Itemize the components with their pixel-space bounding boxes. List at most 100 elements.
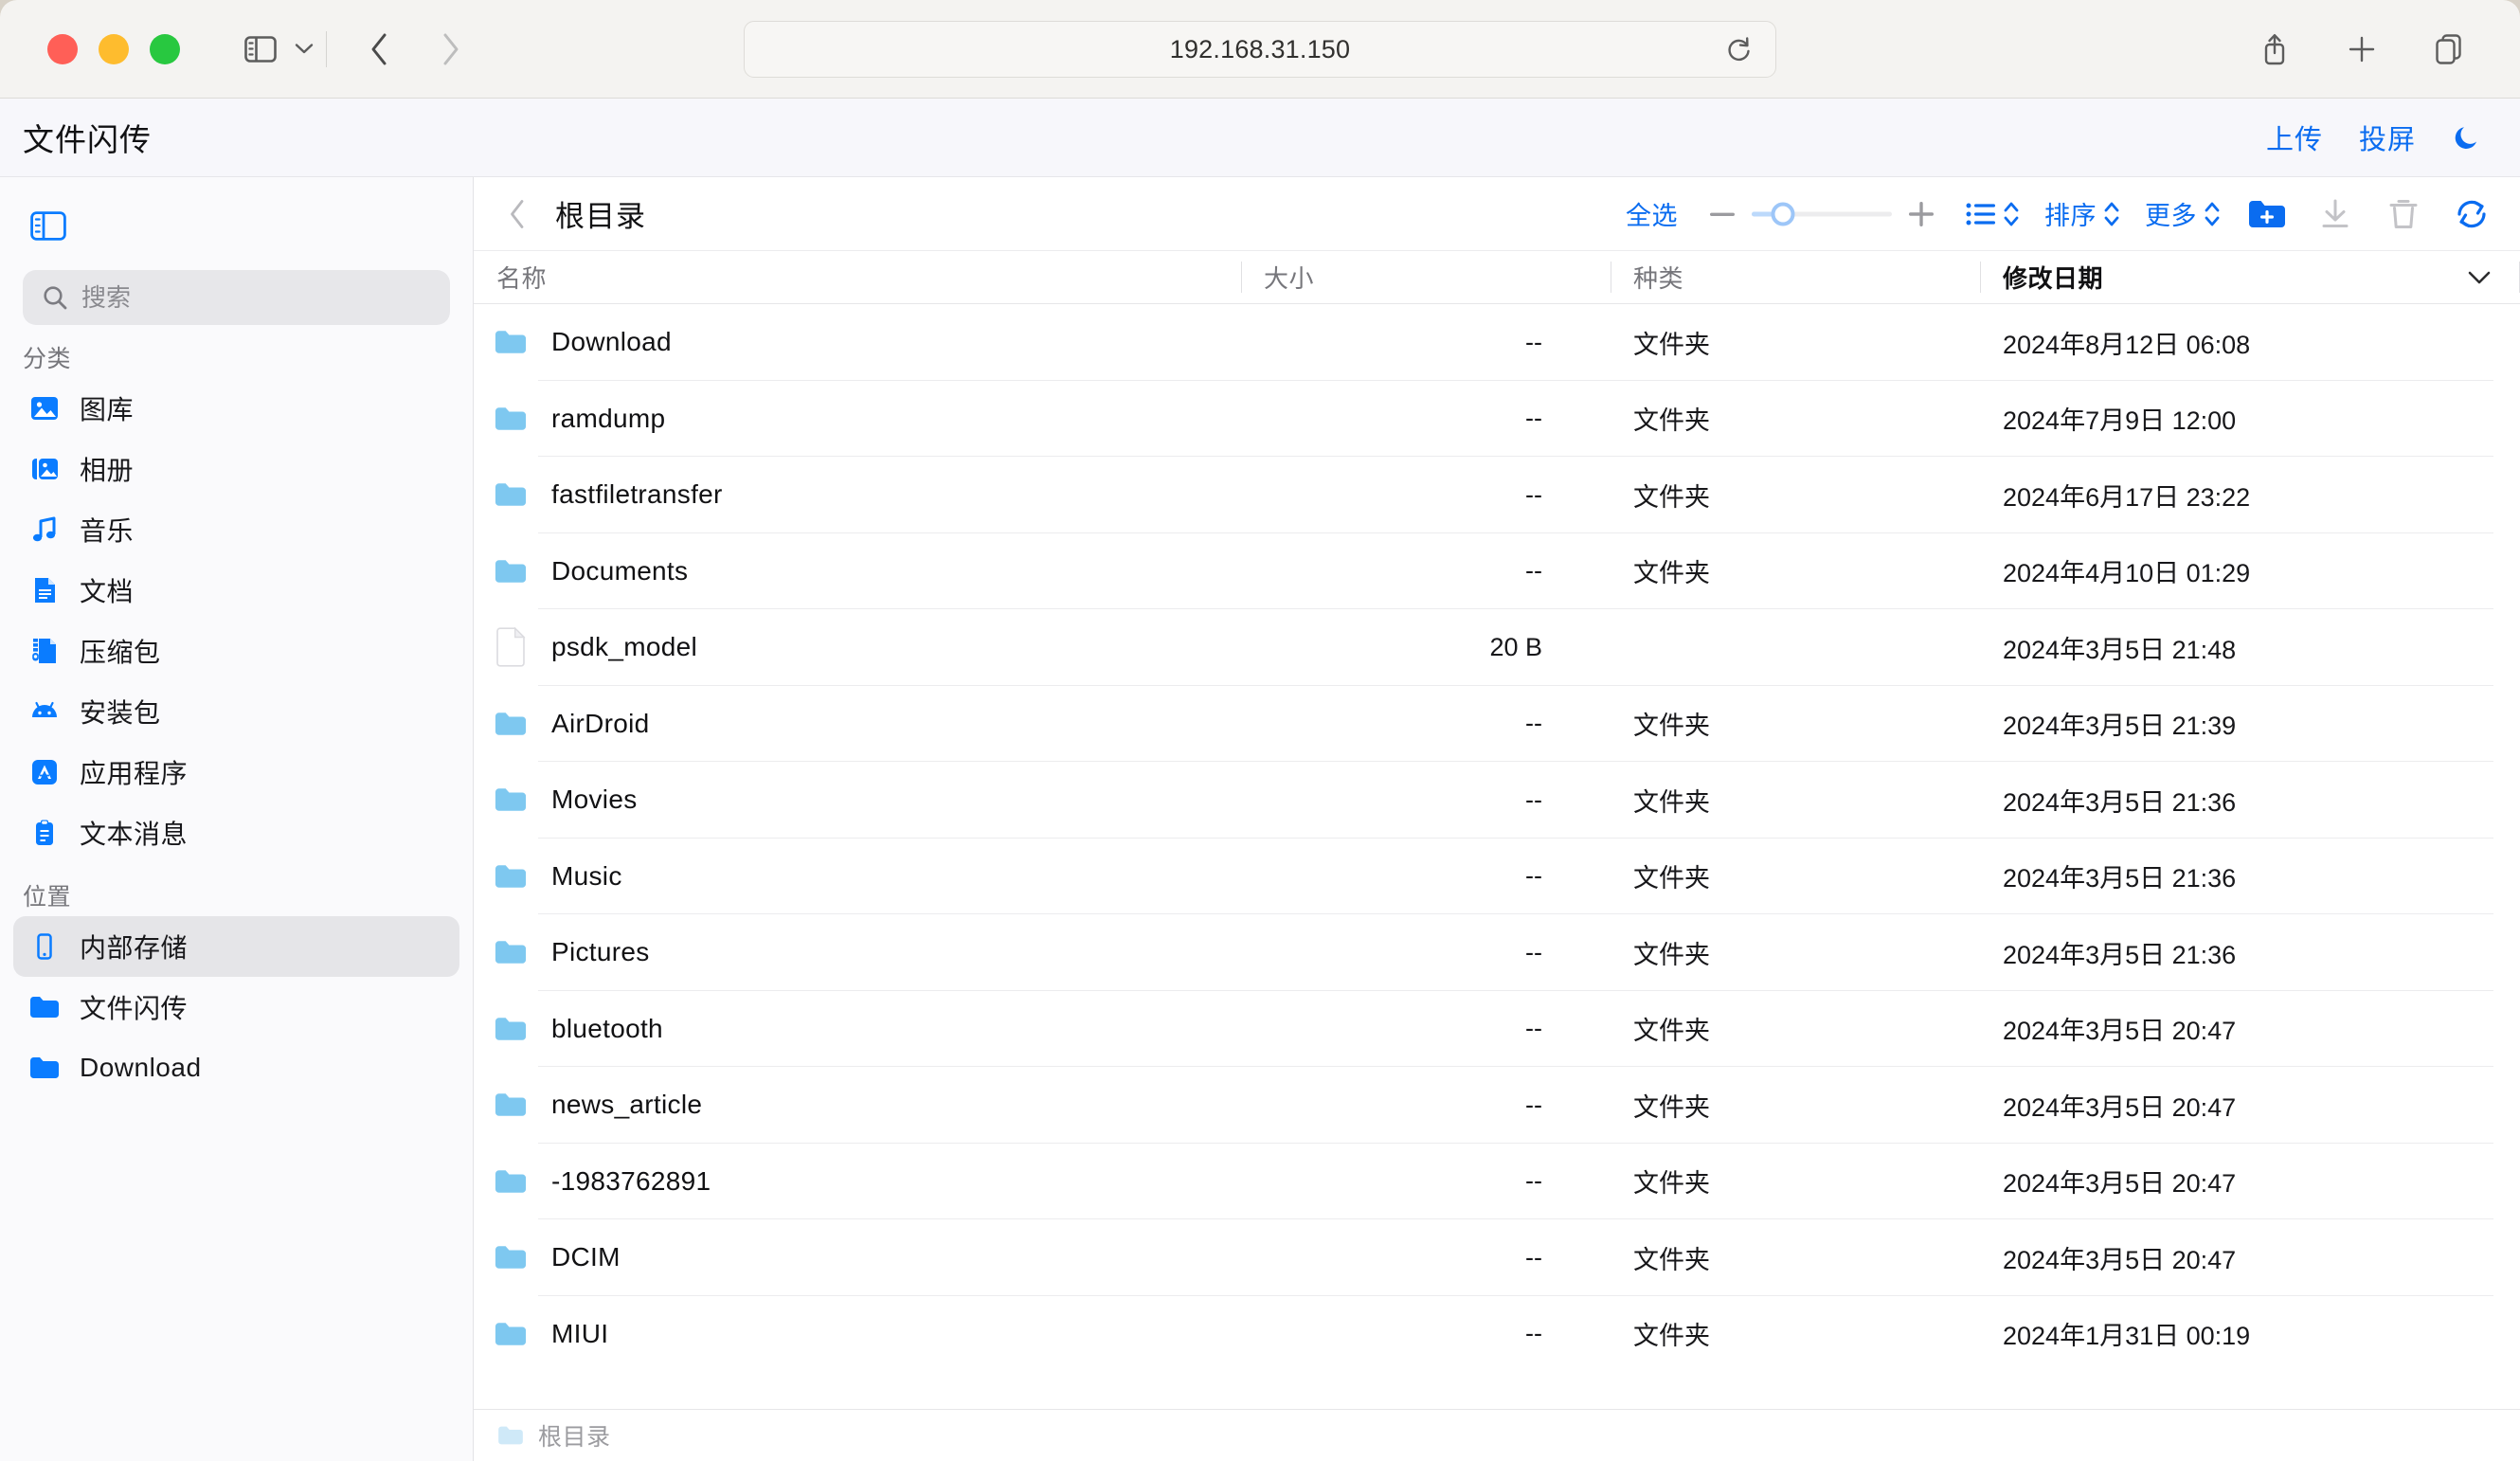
chevron-updown-icon (2103, 200, 2120, 228)
minimize-window-button[interactable] (99, 33, 129, 64)
table-row[interactable]: bluetooth -- 文件夹 2024年3月5日 20:47 (474, 991, 2520, 1068)
table-row[interactable]: AirDroid -- 文件夹 2024年3月5日 21:39 (474, 686, 2520, 763)
table-row[interactable]: -1983762891 -- 文件夹 2024年3月5日 20:47 (474, 1144, 2520, 1220)
moon-icon[interactable] (2452, 122, 2482, 153)
zoom-slider[interactable] (1752, 200, 1892, 228)
sidebar-item-fast-file-transfer[interactable]: 文件闪传 (13, 977, 459, 1037)
sidebar-item-label: 应用程序 (80, 759, 189, 788)
table-row[interactable]: Pictures -- 文件夹 2024年3月5日 21:36 (474, 914, 2520, 991)
refresh-icon[interactable] (2450, 192, 2493, 236)
table-row[interactable]: psdk_model 20 B 2024年3月5日 21:48 (474, 609, 2520, 686)
table-row[interactable]: DCIM -- 文件夹 2024年3月5日 20:47 (474, 1219, 2520, 1296)
file-kind: 文件夹 (1633, 1245, 1710, 1274)
table-row[interactable]: news_article -- 文件夹 2024年3月5日 20:47 (474, 1067, 2520, 1144)
file-size: -- (1525, 861, 1542, 891)
file-kind: 文件夹 (1633, 1092, 1710, 1122)
zoom-out-button[interactable] (1708, 200, 1737, 228)
photo-icon (28, 392, 61, 424)
file-name: fastfiletransfer (551, 479, 723, 510)
select-all-button[interactable]: 全选 (1626, 195, 1678, 232)
back-icon[interactable] (493, 189, 542, 239)
zoom-slider-thumb[interactable] (1771, 202, 1795, 225)
table-row[interactable]: Documents -- 文件夹 2024年4月10日 01:29 (474, 533, 2520, 610)
table-row[interactable]: Movies -- 文件夹 2024年3月5日 21:36 (474, 762, 2520, 839)
url-text: 192.168.31.150 (1169, 34, 1351, 63)
file-date: 2024年4月10日 01:29 (2003, 559, 2251, 588)
file-name-cell: ramdump (474, 397, 1241, 441)
file-date: 2024年6月17日 23:22 (2003, 482, 2251, 512)
reload-icon[interactable] (1720, 30, 1758, 68)
chevron-down-icon[interactable] (286, 24, 322, 75)
sort-selector[interactable]: 排序 (2044, 195, 2120, 232)
new-tab-icon[interactable] (2336, 24, 2387, 75)
folder-icon (493, 1312, 529, 1356)
tab-overview-icon[interactable] (2423, 24, 2475, 75)
sidebar-section-title-categories: 分类 (23, 346, 72, 372)
file-kind: 文件夹 (1633, 1017, 1710, 1046)
folder-icon (493, 397, 529, 441)
file-date: 2024年3月5日 21:36 (2003, 864, 2237, 893)
navigation-buttons (353, 24, 477, 75)
browser-sidebar-toggle-icon[interactable] (235, 24, 286, 75)
sidebar-item-label: 音乐 (80, 516, 135, 546)
file-size: -- (1525, 937, 1542, 966)
table-row[interactable]: Music -- 文件夹 2024年3月5日 21:36 (474, 839, 2520, 915)
file-toolbar: 根目录 全选 排序 更多 (474, 177, 2520, 251)
cast-screen-button[interactable]: 投屏 (2359, 117, 2416, 157)
file-name-cell: MIUI (474, 1312, 1241, 1356)
table-header: 名称 大小 种类 修改日期 (474, 251, 2520, 304)
column-header-name[interactable]: 名称 (474, 251, 1241, 303)
sidebar-item-music[interactable]: 音乐 (13, 499, 459, 560)
new-folder-icon[interactable] (2245, 192, 2289, 236)
sidebar-item-label: 图库 (80, 395, 135, 424)
forward-icon[interactable] (425, 24, 477, 75)
status-bar: 根目录 (474, 1409, 2520, 1461)
sidebar-item-download[interactable]: Download (13, 1037, 459, 1098)
document-icon (28, 574, 61, 606)
sidebar-item-gallery[interactable]: 图库 (13, 378, 459, 439)
sidebar-item-label: 文档 (80, 577, 135, 606)
sidebar-item-applications[interactable]: 应用程序 (13, 742, 459, 803)
file-name-cell: psdk_model (474, 625, 1241, 669)
folder-icon (28, 1052, 61, 1084)
browser-right-actions (2249, 24, 2488, 75)
table-row[interactable]: ramdump -- 文件夹 2024年7月9日 12:00 (474, 381, 2520, 458)
search-box[interactable] (23, 270, 450, 325)
sidebar-toggle-icon[interactable] (23, 200, 74, 251)
file-kind: 文件夹 (1633, 406, 1710, 436)
sidebar-item-archives[interactable]: 压缩包 (13, 621, 459, 681)
search-input[interactable] (81, 282, 431, 313)
web-page: 文件闪传 上传 投屏 搜索 分类 图库 相册 音乐 文档 压缩包 安装包 应用程… (0, 99, 2520, 1461)
file-size: 20 B (1489, 632, 1542, 661)
app-title: 文件闪传 (23, 122, 152, 157)
maximize-window-button[interactable] (150, 33, 180, 64)
folder-icon (493, 320, 529, 364)
folder-icon (493, 1236, 529, 1279)
sidebar-section-title-locations: 位置 (23, 884, 72, 911)
trash-icon[interactable] (2382, 192, 2425, 236)
share-icon[interactable] (2249, 24, 2300, 75)
sidebar-item-internal-storage[interactable]: 内部存储 (13, 916, 459, 977)
folder-icon (493, 1160, 529, 1203)
address-bar[interactable]: 192.168.31.150 (744, 21, 1776, 78)
traffic-lights (47, 33, 180, 64)
sidebar-item-apk-packages[interactable]: 安装包 (13, 681, 459, 742)
table-row[interactable]: MIUI -- 文件夹 2024年1月31日 00:19 (474, 1296, 2520, 1373)
sidebar-item-text-messages[interactable]: 文本消息 (13, 803, 459, 863)
more-selector[interactable]: 更多 (2145, 195, 2221, 232)
view-mode-selector[interactable] (1966, 200, 2020, 228)
table-row[interactable]: Download -- 文件夹 2024年8月12日 06:08 (474, 304, 2520, 381)
upload-button[interactable]: 上传 (2266, 117, 2323, 157)
close-window-button[interactable] (47, 33, 78, 64)
column-header-size[interactable]: 大小 (1241, 251, 1611, 303)
back-icon[interactable] (353, 24, 405, 75)
file-name: Pictures (551, 937, 650, 967)
column-header-date[interactable]: 修改日期 (1980, 251, 2520, 303)
zip-icon (28, 635, 61, 667)
zoom-in-button[interactable] (1907, 200, 1935, 228)
sidebar-item-documents[interactable]: 文档 (13, 560, 459, 621)
column-header-kind[interactable]: 种类 (1611, 251, 1980, 303)
table-row[interactable]: fastfiletransfer -- 文件夹 2024年6月17日 23:22 (474, 457, 2520, 533)
sidebar-item-albums[interactable]: 相册 (13, 439, 459, 499)
download-icon[interactable] (2313, 192, 2357, 236)
